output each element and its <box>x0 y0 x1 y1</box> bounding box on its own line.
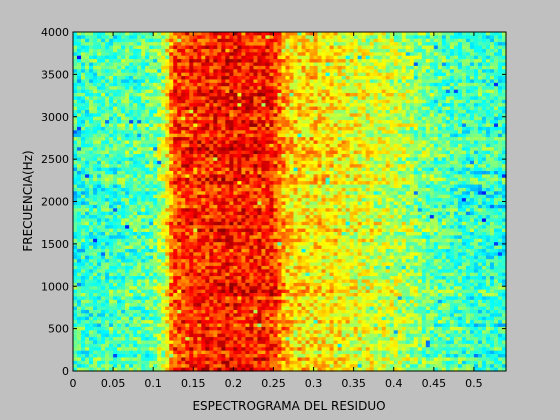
spectrogram-figure: 0 0.05 0.1 0.15 0.2 0.25 0.3 0.35 0.4 0.45 0.5 050… <box>0 0 560 420</box>
spectrogram-image <box>73 32 507 372</box>
